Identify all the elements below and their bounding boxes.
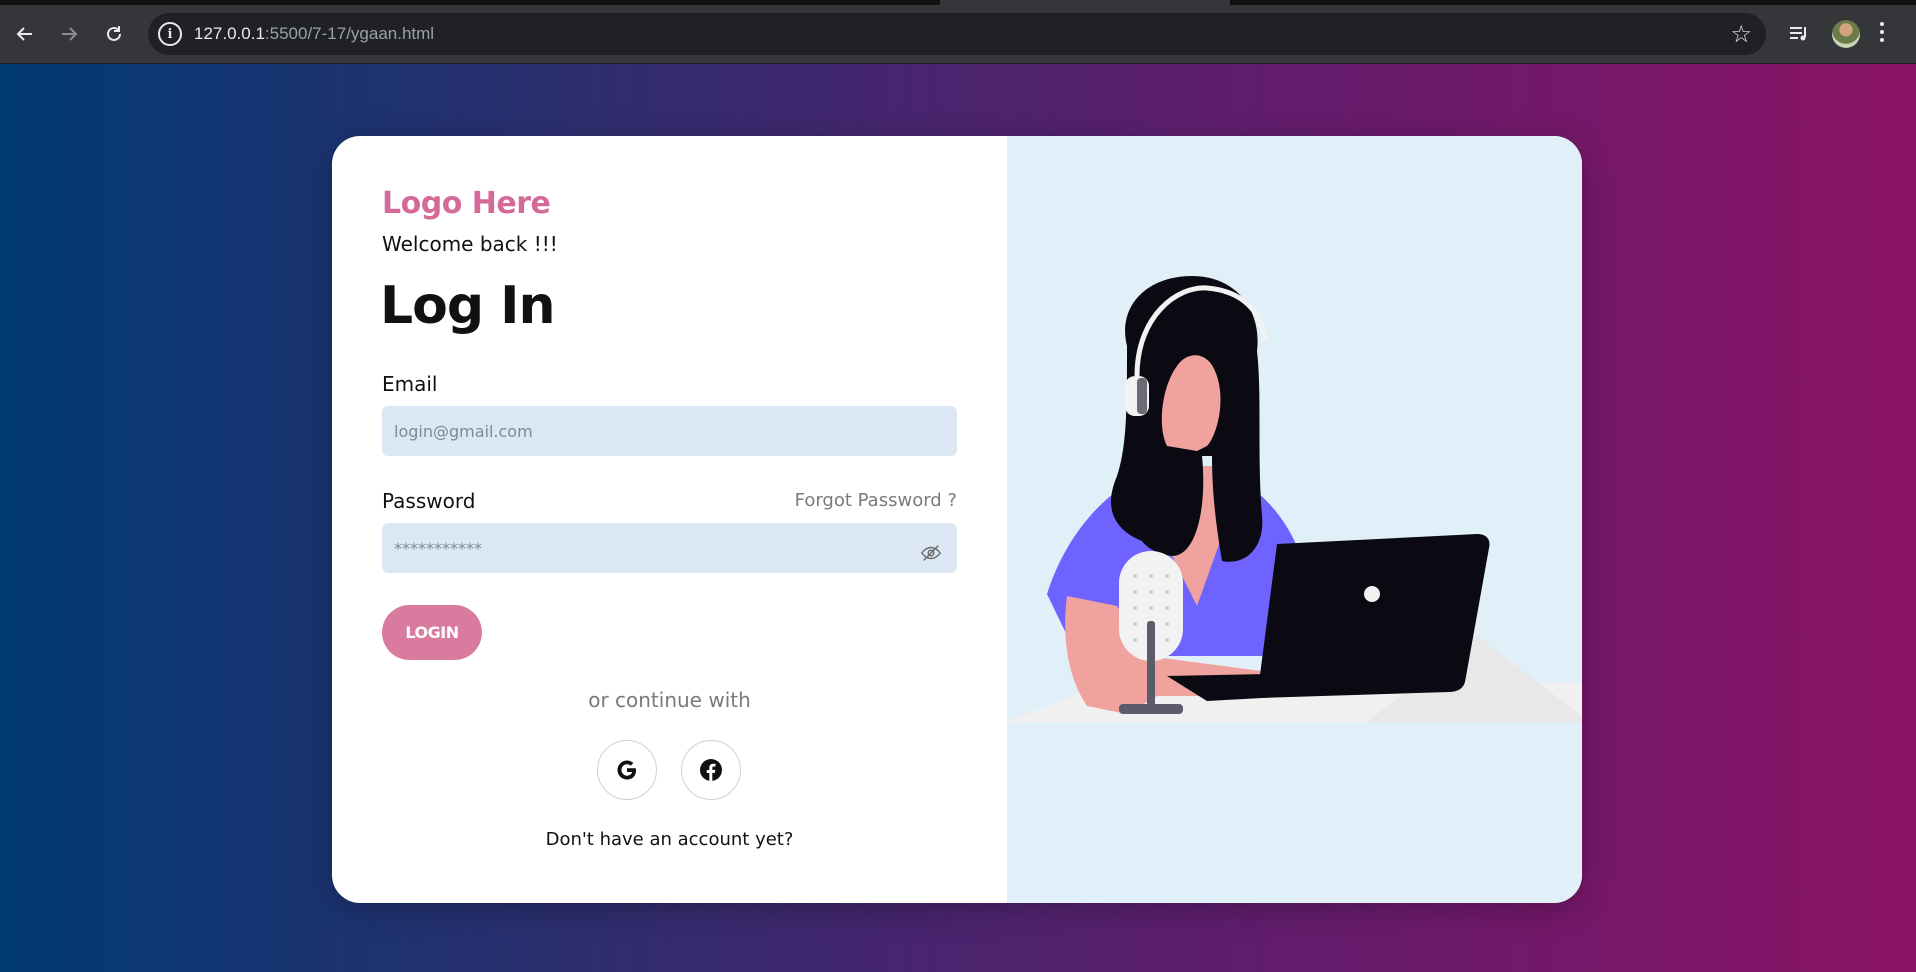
signup-prompt[interactable]: Don't have an account yet? (332, 829, 1007, 850)
tab-strip-edge (0, 0, 940, 5)
welcome-text: Welcome back !!! (382, 232, 558, 256)
facebook-login-button[interactable] (681, 740, 741, 800)
illustration-panel (1007, 136, 1582, 903)
arrow-left-icon (16, 27, 32, 41)
logo-text[interactable]: Logo Here (382, 186, 551, 221)
login-form-panel: Logo Here Welcome back !!! Log In Email … (332, 136, 1007, 903)
url-path: :5500/7-17/ygaan.html (264, 24, 435, 43)
forgot-password-link[interactable]: Forgot Password ? (795, 490, 957, 511)
forward-button[interactable] (52, 17, 86, 51)
address-bar[interactable]: i 127.0.0.1:5500/7-17/ygaan.html ☆ (148, 13, 1766, 55)
login-card: Logo Here Welcome back !!! Log In Email … (332, 136, 1582, 903)
media-control-icon[interactable] (1782, 17, 1816, 51)
facebook-icon (700, 759, 722, 781)
page-background: Logo Here Welcome back !!! Log In Email … (0, 64, 1916, 972)
url-host: 127.0.0.1 (194, 24, 265, 43)
password-field[interactable] (382, 523, 957, 573)
login-button[interactable]: LOGIN (382, 605, 482, 660)
browser-toolbar: i 127.0.0.1:5500/7-17/ygaan.html ☆ (0, 0, 1916, 64)
arrow-right-icon (62, 27, 78, 41)
google-icon (617, 760, 636, 780)
podcaster-illustration (1007, 276, 1582, 722)
site-info-icon[interactable]: i (158, 22, 182, 46)
reload-icon (107, 26, 121, 41)
email-field[interactable] (382, 406, 957, 456)
reload-button[interactable] (97, 17, 131, 51)
bookmark-star-icon[interactable]: ☆ (1730, 20, 1752, 48)
page-title: Log In (380, 276, 556, 336)
url-text[interactable]: 127.0.0.1:5500/7-17/ygaan.html (194, 24, 434, 44)
menu-kebab-icon[interactable] (1880, 22, 1886, 42)
google-login-button[interactable] (597, 740, 657, 800)
tab-strip-edge (1230, 0, 1916, 5)
back-button[interactable] (8, 17, 42, 51)
eye-off-icon[interactable] (920, 542, 942, 564)
email-label: Email (382, 372, 438, 396)
continue-with-text: or continue with (588, 688, 751, 712)
profile-avatar[interactable] (1832, 20, 1860, 48)
password-label: Password (382, 489, 476, 513)
